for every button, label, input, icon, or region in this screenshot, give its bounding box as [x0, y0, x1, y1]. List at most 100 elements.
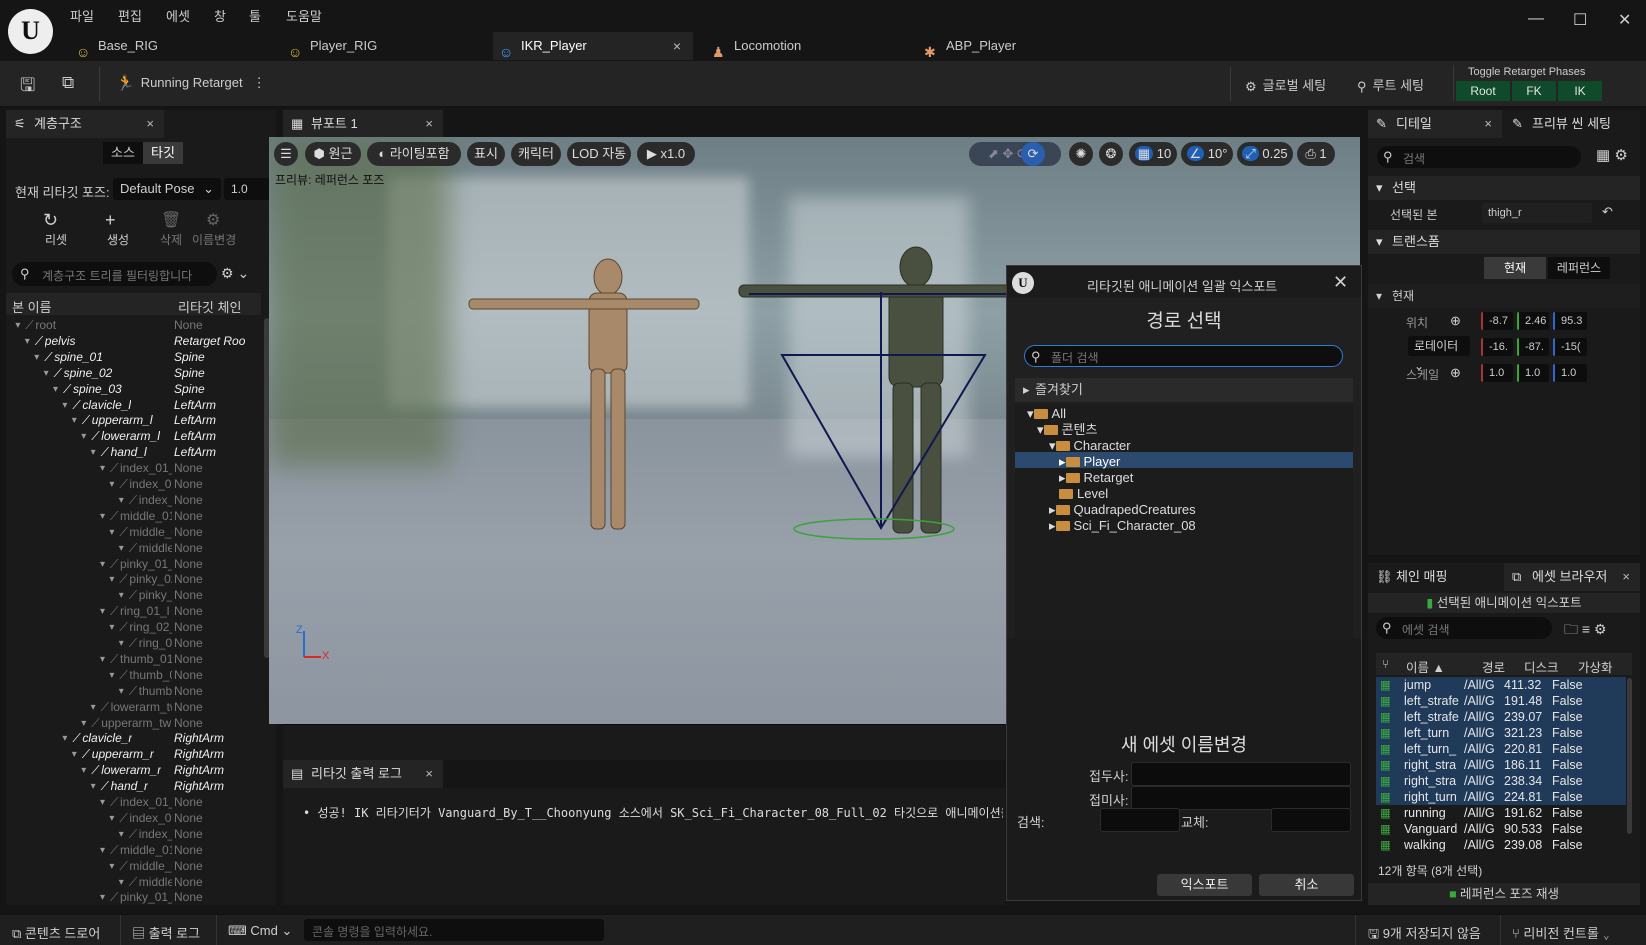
close-icon[interactable]: ×: [425, 760, 433, 788]
caret-down-icon[interactable]: ▾: [100, 843, 105, 859]
close-icon[interactable]: ×: [1622, 563, 1630, 591]
caret-down-icon[interactable]: ▾: [109, 477, 114, 493]
export-button[interactable]: 익스포트: [1157, 874, 1252, 896]
bone-row[interactable]: ▾ ⟋ spine_03 Spine: [6, 382, 261, 398]
caret-down-icon[interactable]: ▾: [109, 668, 114, 684]
col-path[interactable]: 경로: [1482, 657, 1505, 676]
folder-filter-icons[interactable]: 🗀 ≡ ⚙: [1564, 619, 1607, 643]
caret-down-icon[interactable]: ▾: [34, 350, 39, 366]
export-selected-button[interactable]: ▮ 선택된 애니메이션 익스포트: [1368, 593, 1640, 613]
col-virtualized[interactable]: 가상화: [1578, 657, 1613, 676]
bone-row[interactable]: ▾ ⟋ spine_02 Spine: [6, 366, 261, 382]
bone-row[interactable]: ▾ ⟋middle_rNone: [6, 875, 261, 891]
add-icon[interactable]: +: [105, 210, 116, 231]
scrollbar[interactable]: [1627, 678, 1632, 834]
rotate-tool-icon[interactable]: ⟳: [1021, 142, 1045, 166]
phase-root-toggle[interactable]: Root: [1456, 81, 1510, 101]
tab-preview-scene[interactable]: ✎ 프리뷰 씬 세팅: [1504, 110, 1640, 138]
location-y[interactable]: 2.46: [1517, 312, 1549, 330]
bone-row[interactable]: ▾ ⟋ root None: [6, 318, 261, 334]
close-icon[interactable]: ×: [1484, 110, 1492, 138]
bone-row[interactable]: ▾ ⟋ring_02_lNone: [6, 620, 261, 636]
asset-row[interactable]: ▦ jump/All/G 411.32 False: [1376, 677, 1626, 693]
caret-down-icon[interactable]: ▾: [72, 747, 77, 763]
phase-ik-toggle[interactable]: IK: [1558, 81, 1602, 101]
caret-down-icon[interactable]: ▾: [100, 461, 105, 477]
bone-row[interactable]: ▾ ⟋ upperarm_r RightArm: [6, 747, 261, 763]
browse-icon[interactable]: ⧉: [62, 73, 74, 93]
target-toggle[interactable]: 타깃: [143, 142, 183, 164]
bone-row[interactable]: ▾ ⟋middle_02None: [6, 525, 261, 541]
col-bone-name[interactable]: 본 이름: [12, 297, 52, 316]
tab-player-rig[interactable]: ☺ Player_RIG: [282, 32, 482, 60]
angle-snap-button[interactable]: ∠ 10°: [1181, 142, 1233, 166]
folder-content[interactable]: ▾ 콘텐츠: [1037, 422, 1097, 438]
undo-icon[interactable]: ↶: [1602, 204, 1613, 220]
col-disk[interactable]: 디스크: [1524, 657, 1559, 676]
asset-row[interactable]: ▦ left_strafe/All/G 239.07 False: [1376, 708, 1626, 725]
close-icon[interactable]: ×: [146, 110, 154, 138]
transform-tools-group[interactable]: ⬈ ✥ ⟳ ⤡: [969, 142, 1061, 166]
reset-icon[interactable]: ↻: [43, 210, 58, 231]
asset-row[interactable]: ▦ running/All/G 191.62 False: [1376, 805, 1626, 821]
bone-row[interactable]: ▾ ⟋pinky_0None: [6, 588, 261, 604]
scale-z[interactable]: 1.0: [1553, 364, 1587, 382]
hierarchy-filter[interactable]: ⚲ 계층구조 트리를 필터링합니다: [12, 262, 217, 286]
asset-row[interactable]: ▦ right_turn/All/G 224.81 False: [1376, 788, 1626, 805]
tab-viewport[interactable]: ▦ 뷰포트 1 ×: [283, 110, 443, 138]
bone-row[interactable]: ▾ ⟋ clavicle_r RightArm: [6, 731, 261, 747]
caret-down-icon[interactable]: ▾: [91, 445, 96, 461]
playback-button[interactable]: ▶ x1.0: [637, 142, 695, 166]
bone-row[interactable]: ▾ ⟋thumb_lNone: [6, 684, 261, 700]
location-x[interactable]: -8.7: [1481, 312, 1513, 330]
caret-down-icon[interactable]: ▾: [109, 525, 114, 541]
menu-edit[interactable]: 편집: [118, 6, 142, 25]
menu-file[interactable]: 파일: [70, 6, 94, 25]
bone-row[interactable]: ▾ ⟋index_0None: [6, 493, 261, 509]
section-current[interactable]: ▾ 현재: [1368, 284, 1640, 308]
source-toggle[interactable]: 소스: [103, 142, 143, 164]
asset-row[interactable]: ▦ right_stra/All/G 186.11 False: [1376, 756, 1626, 773]
tab-abp-player[interactable]: ✱ ABP_Player: [918, 32, 1118, 60]
details-search-input[interactable]: ⚲ 검색: [1377, 146, 1581, 168]
play-reference-pose-button[interactable]: ■ 레퍼런스 포즈 재생: [1368, 883, 1640, 905]
folder-retarget[interactable]: ▸ Retarget: [1059, 470, 1133, 486]
caret-down-icon[interactable]: ▾: [100, 557, 105, 573]
caret-down-icon[interactable]: ▾: [109, 620, 114, 636]
tab-retarget-log[interactable]: ▤ 리타깃 출력 로그 ×: [283, 760, 443, 788]
caret-down-icon[interactable]: ▾: [119, 636, 124, 652]
settings-gear-icon[interactable]: ⚙ ⌄: [221, 265, 249, 282]
caret-down-icon[interactable]: ▾: [100, 890, 105, 905]
bone-row[interactable]: ▾ ⟋ spine_01 Spine: [6, 350, 261, 366]
folder-all[interactable]: ▾ All: [1027, 406, 1066, 422]
bone-row[interactable]: ▾ ⟋ clavicle_l LeftArm: [6, 398, 261, 414]
close-icon[interactable]: ×: [425, 110, 433, 138]
bone-row[interactable]: ▾ ⟋index_02_rNone: [6, 811, 261, 827]
character-button[interactable]: 캐릭터: [511, 142, 561, 166]
folder-character[interactable]: ▾ Character: [1049, 438, 1131, 454]
tab-locomotion[interactable]: ♟ Locomotion: [706, 32, 906, 60]
revision-control-button[interactable]: ⑂ 리비전 컨트롤 ⌄: [1512, 923, 1610, 942]
surface-snap-icon[interactable]: ❂: [1099, 142, 1123, 166]
bone-row[interactable]: ▾ ⟋index_02_lNone: [6, 477, 261, 493]
close-icon[interactable]: ✕: [1333, 272, 1348, 293]
caret-down-icon[interactable]: ▾: [119, 875, 124, 891]
pose-blend-input[interactable]: 1.0: [224, 178, 270, 200]
bone-row[interactable]: ▾ ⟋pinky_02_lNone: [6, 572, 261, 588]
caret-down-icon[interactable]: ▾: [119, 827, 124, 843]
caret-down-icon[interactable]: ▾: [44, 366, 49, 382]
caret-down-icon[interactable]: ▾: [100, 604, 105, 620]
rotation-x[interactable]: -16.: [1481, 338, 1513, 356]
tab-details[interactable]: ✎ 디테일 ×: [1368, 110, 1502, 138]
asset-row[interactable]: ▦ Vanguard/All/G 90.533 False: [1376, 821, 1626, 837]
close-window-icon[interactable]: ✕: [1618, 10, 1631, 30]
asset-search-input[interactable]: ⚲ 에셋 검색: [1376, 617, 1552, 639]
caret-down-icon[interactable]: ▾: [100, 652, 105, 668]
bone-row[interactable]: ▾ ⟋ lowerarm_tw None: [6, 700, 261, 716]
folder-player[interactable]: ▸ Player: [1059, 454, 1120, 470]
caret-down-icon[interactable]: ▾: [62, 398, 67, 414]
pose-dropdown[interactable]: Default Pose ⌄: [113, 178, 221, 200]
bone-row[interactable]: ▾ ⟋index_01_lNone: [6, 461, 261, 477]
folder-quadraped[interactable]: ▸ QuadrapedCreatures: [1049, 502, 1196, 518]
caret-down-icon[interactable]: ▾: [15, 318, 20, 334]
